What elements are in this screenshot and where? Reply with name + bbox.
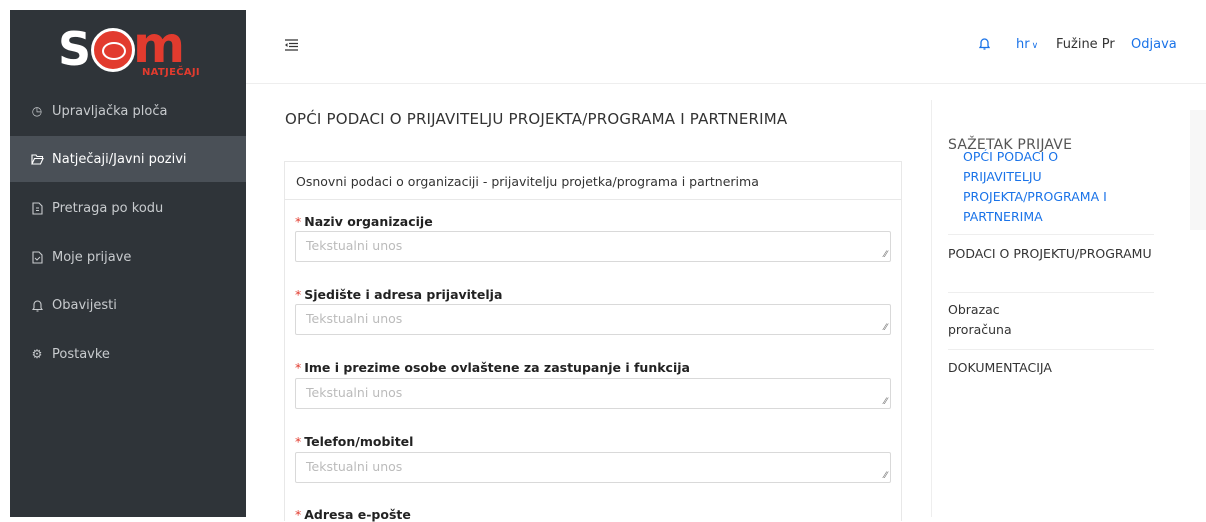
field-label-text: Sjedište i adresa prijavitelja <box>304 287 503 302</box>
panel-divider <box>931 100 932 517</box>
address-input[interactable]: Tekstualni unos ⁄⁄ <box>295 304 891 335</box>
top-bar: hr ∨ Fužine Pr Odjava <box>246 10 1206 84</box>
sidebar-item-dashboard[interactable]: ◷ Upravljačka ploča <box>10 88 246 134</box>
bell-icon <box>30 298 44 312</box>
sidebar-item-label: Postavke <box>52 346 110 362</box>
resize-handle-icon[interactable]: ⁄⁄ <box>884 250 887 260</box>
summary-separator <box>948 292 1154 293</box>
sidebar-item-label: Moje prijave <box>52 249 132 265</box>
user-name: Fužine Pr <box>1056 37 1115 52</box>
field-label-organization-name: * Naziv organizacije <box>295 214 433 229</box>
organization-name-input[interactable]: Tekstualni unos ⁄⁄ <box>295 231 891 262</box>
resize-handle-icon[interactable]: ⁄⁄ <box>884 397 887 407</box>
language-value: hr <box>1016 37 1030 52</box>
input-placeholder: Tekstualni unos <box>306 385 403 400</box>
summary-separator <box>948 349 1154 350</box>
logo-fish-icon <box>91 28 135 72</box>
sidebar-item-search-by-code[interactable]: Pretraga po kodu <box>10 185 246 231</box>
representative-input[interactable]: Tekstualni unos ⁄⁄ <box>295 378 891 409</box>
required-marker: * <box>295 434 302 449</box>
sidebar-item-notifications[interactable]: Obavijesti <box>10 282 246 328</box>
sidebar-item-settings[interactable]: ⚙ Postavke <box>10 331 246 377</box>
sidebar-item-label: Obavijesti <box>52 297 117 313</box>
app-logo[interactable]: S m NATJEČAJI <box>10 10 246 90</box>
logo-letter-m: m <box>133 16 186 74</box>
notifications-bell-icon[interactable] <box>978 37 991 54</box>
required-marker: * <box>295 287 302 302</box>
sidebar-item-competitions[interactable]: Natječaji/Javni pozivi <box>10 136 246 182</box>
summary-item-project-data[interactable]: PODACI O PROJEKTU/PROGRAMU <box>948 244 1154 264</box>
logo-subtitle: NATJEČAJI <box>142 67 200 78</box>
field-label-text: Telefon/mobitel <box>304 434 414 449</box>
input-placeholder: Tekstualni unos <box>306 459 403 474</box>
page-title: OPĆI PODACI O PRIJAVITELJU PROJEKTA/PROG… <box>285 110 788 128</box>
menu-toggle-icon[interactable] <box>284 36 299 55</box>
dashboard-icon: ◷ <box>31 104 43 118</box>
logout-link[interactable]: Odjava <box>1131 37 1177 52</box>
field-label-phone: * Telefon/mobitel <box>295 434 413 449</box>
required-marker: * <box>295 507 302 522</box>
summary-item-general-data[interactable]: OPĆI PODACI O PRIJAVITELJU PROJEKTA/PROG… <box>963 147 1138 227</box>
required-marker: * <box>295 360 302 375</box>
summary-item-documentation[interactable]: DOKUMENTACIJA <box>948 358 1154 378</box>
scroll-area <box>1190 110 1206 230</box>
file-text-icon <box>30 250 44 264</box>
summary-separator <box>948 234 1154 235</box>
input-placeholder: Tekstualni unos <box>306 311 403 326</box>
sidebar-item-my-applications[interactable]: Moje prijave <box>10 234 246 280</box>
sidebar: S m NATJEČAJI ◷ Upravljačka ploča Natječ… <box>10 10 246 517</box>
sidebar-item-label: Natječaji/Javni pozivi <box>52 151 187 167</box>
resize-handle-icon[interactable]: ⁄⁄ <box>884 471 887 481</box>
file-icon <box>30 201 44 215</box>
sidebar-item-label: Upravljačka ploča <box>52 103 168 119</box>
field-label-address: * Sjedište i adresa prijavitelja <box>295 287 502 302</box>
chevron-down-icon: ∨ <box>1031 41 1039 51</box>
field-label-text: Naziv organizacije <box>304 214 433 229</box>
input-placeholder: Tekstualni unos <box>306 238 403 253</box>
organization-form-card: Osnovni podaci o organizaciji - prijavit… <box>284 161 902 522</box>
resize-handle-icon[interactable]: ⁄⁄ <box>884 323 887 333</box>
field-label-representative: * Ime i prezime osobe ovlaštene za zastup… <box>295 360 690 375</box>
folder-open-icon <box>30 152 44 166</box>
field-label-text: Adresa e-pošte <box>304 507 411 522</box>
phone-input[interactable]: Tekstualni unos ⁄⁄ <box>295 452 891 483</box>
field-label-email: * Adresa e-pošte <box>295 507 411 522</box>
required-marker: * <box>295 214 302 229</box>
sidebar-item-label: Pretraga po kodu <box>52 200 164 216</box>
gear-icon: ⚙ <box>31 347 43 361</box>
logo-letter-s: S <box>58 22 92 76</box>
field-label-text: Ime i prezime osobe ovlaštene za zastupa… <box>304 360 690 375</box>
card-header: Osnovni podaci o organizaciji - prijavit… <box>285 162 901 200</box>
summary-item-budget-form[interactable]: Obrazac proračuna <box>948 300 1018 340</box>
language-selector[interactable]: hr ∨ <box>1016 37 1038 52</box>
